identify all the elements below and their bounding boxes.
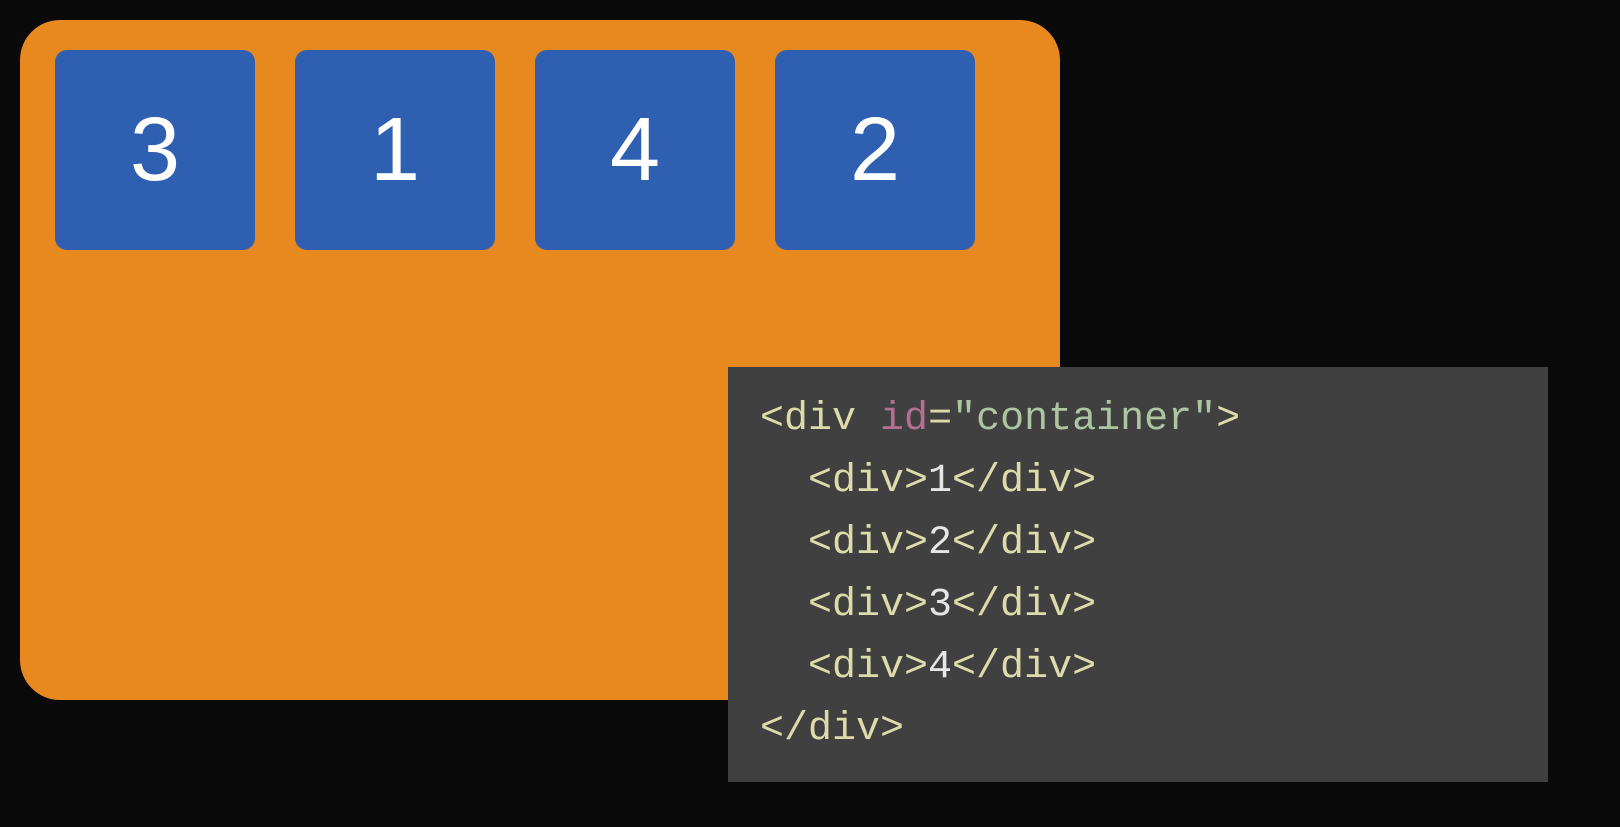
item-box: 2	[775, 50, 975, 250]
code-line-close: </div>	[760, 699, 1516, 761]
code-child-close: </div>	[952, 583, 1096, 628]
item-number: 3	[130, 99, 180, 202]
code-child-close: </div>	[952, 521, 1096, 566]
code-child-open: <div>	[808, 583, 928, 628]
code-child-open: <div>	[808, 521, 928, 566]
item-box: 3	[55, 50, 255, 250]
items-row: 3 1 4 2	[55, 50, 1025, 250]
code-child-text: 3	[928, 583, 952, 628]
code-line-child: <div>3</div>	[760, 575, 1516, 637]
code-line-child: <div>2</div>	[760, 513, 1516, 575]
item-number: 4	[610, 99, 660, 202]
code-tag: div	[784, 397, 856, 442]
code-line-child: <div>1</div>	[760, 451, 1516, 513]
code-child-text: 1	[928, 459, 952, 504]
code-child-text: 2	[928, 521, 952, 566]
code-child-close: </div>	[952, 645, 1096, 690]
code-child-open: <div>	[808, 459, 928, 504]
code-child-close: </div>	[952, 459, 1096, 504]
code-child-text: 4	[928, 645, 952, 690]
code-close: </div>	[760, 707, 904, 752]
item-number: 2	[850, 99, 900, 202]
code-attr-name: id	[880, 397, 928, 442]
code-line-open: <div id="container">	[760, 389, 1516, 451]
item-box: 1	[295, 50, 495, 250]
item-box: 4	[535, 50, 735, 250]
code-attr-value: "container"	[952, 397, 1216, 442]
code-panel: <div id="container"> <div>1</div> <div>2…	[728, 367, 1548, 782]
code-child-open: <div>	[808, 645, 928, 690]
item-number: 1	[370, 99, 420, 202]
code-line-child: <div>4</div>	[760, 637, 1516, 699]
